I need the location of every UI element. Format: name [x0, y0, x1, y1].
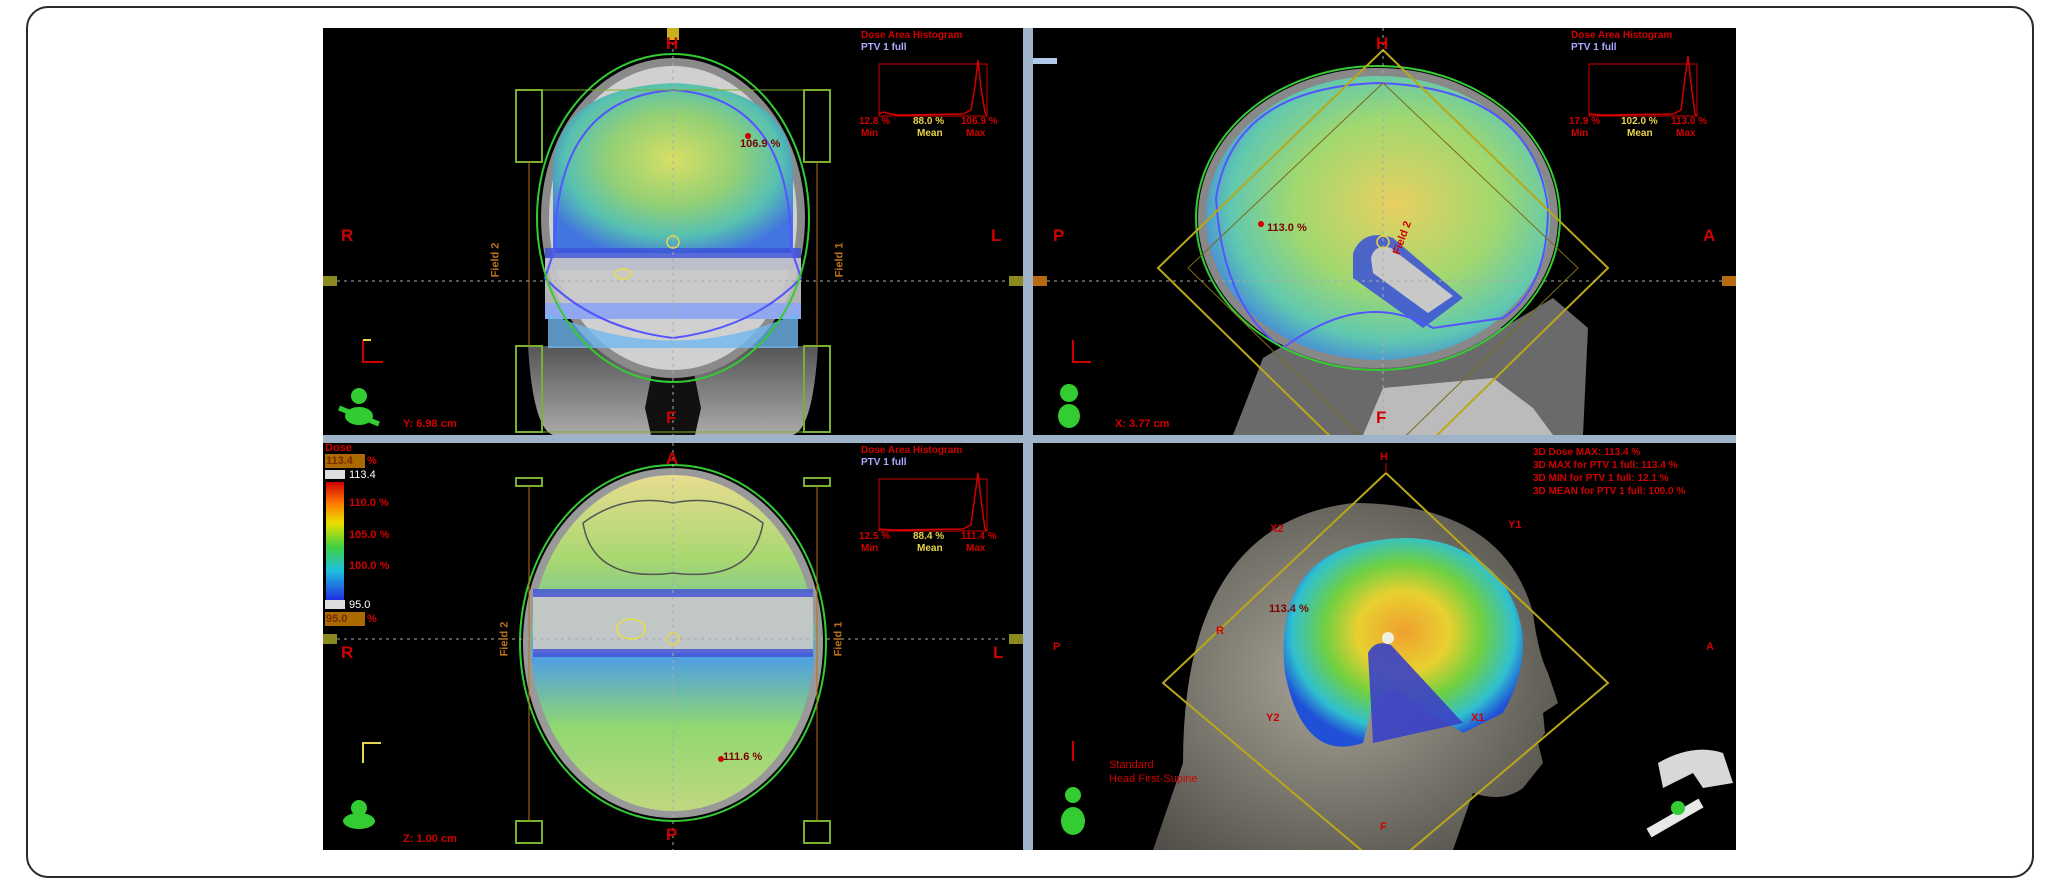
orientation-bottom-label: P	[666, 825, 678, 844]
patient-orientation-standard: Standard	[1109, 759, 1154, 771]
orientation-left-label: P	[1053, 226, 1065, 245]
orientation-right-label: L	[991, 226, 1002, 245]
dah-min-value: 17.9 %	[1569, 116, 1601, 127]
jaw-x1-label: X1	[1471, 712, 1485, 724]
dah-min-label: Min	[861, 128, 879, 139]
axial-image	[323, 443, 1023, 850]
orientation-right-label: A	[1703, 226, 1716, 245]
dose-legend-title: Dose	[325, 443, 352, 454]
dose-tick-110: 110.0 %	[349, 497, 389, 509]
dah-title: Dose Area Histogram	[861, 445, 963, 456]
orientation-bottom-label: F	[1380, 821, 1387, 833]
orientation-bottom-label: F	[1376, 408, 1387, 427]
3d-render	[1061, 463, 1733, 850]
3d-dose-stats: 3D Dose MAX: 113.4 % 3D MAX for PTV 1 fu…	[1533, 446, 1685, 498]
coronal-view[interactable]: H F R L Dose Area Histogram PTV 1 full 1…	[323, 28, 1023, 435]
dah-mean-value: 102.0 %	[1621, 116, 1658, 127]
dah-mean-value: 88.4 %	[913, 531, 945, 542]
dah-structure: PTV 1 full	[861, 457, 907, 468]
orientation-top-label: H	[1376, 34, 1389, 53]
jaw-y1-label: Y1	[1508, 519, 1522, 531]
sagittal-image	[1033, 28, 1736, 435]
jaw-x2-label: X2	[1270, 523, 1284, 535]
max-point-dose: 111.6 %	[723, 751, 763, 763]
3d-dose-max: 3D Dose MAX: 113.4 %	[1533, 447, 1641, 458]
coronal-image	[323, 28, 1023, 435]
axial-view[interactable]: Dose 113.4 % 113.4 110.0 % 105.0 % 100.0…	[323, 443, 1023, 850]
3d-ptv-mean: 3D MEAN for PTV 1 full: 100.0 %	[1533, 486, 1686, 497]
orientation-top-label: H	[1380, 451, 1388, 463]
dah-min-value: 12.5 %	[859, 531, 891, 542]
dose-min-input[interactable]: 95.0	[326, 613, 347, 625]
orientation-left-label: R	[341, 226, 354, 245]
dah-structure: PTV 1 full	[861, 42, 907, 53]
dose-max-unit: %	[367, 455, 377, 467]
3d-view[interactable]: H F P A R X2 Y1 Y2 X1 3D Dose MAX: 113.4…	[1033, 443, 1736, 850]
orientation-mid-label: R	[1216, 625, 1224, 637]
dah-mean-label: Mean	[917, 128, 943, 139]
jaw-y2-label: Y2	[1266, 712, 1280, 724]
patient-orientation-position: Head First-Supine	[1109, 773, 1198, 785]
field-1-label: Field 1	[832, 621, 845, 657]
dah-max-label: Max	[966, 543, 986, 554]
dah-max-label: Max	[1676, 128, 1696, 139]
orientation-bottom-label: F	[666, 408, 677, 427]
field-1-label: Field 1	[833, 242, 846, 278]
slice-position: Y: 6.98 cm	[403, 418, 457, 430]
dah-mean-label: Mean	[1627, 128, 1653, 139]
max-point-dose: 113.4 %	[1269, 603, 1309, 615]
dah-mean-label: Mean	[917, 543, 943, 554]
dose-max-value: 113.4	[349, 469, 376, 481]
max-point-dose: 113.0 %	[1267, 222, 1307, 234]
dah-max-label: Max	[966, 128, 986, 139]
dose-min-value: 95.0	[349, 599, 371, 611]
dah-min-value: 12.8 %	[859, 116, 891, 127]
orientation-right-label: L	[993, 643, 1004, 662]
orientation-right-label: A	[1706, 641, 1714, 653]
slice-position: Z: 1.00 cm	[403, 833, 457, 845]
3d-ptv-max: 3D MAX for PTV 1 full: 113.4 %	[1533, 460, 1678, 471]
max-point-dose: 106.9 %	[740, 138, 781, 150]
dah-max-value: 106.9 %	[961, 116, 998, 127]
3d-ptv-min: 3D MIN for PTV 1 full: 12.1 %	[1533, 473, 1669, 484]
orientation-left-label: R	[341, 643, 354, 662]
dah-mean-value: 88.0 %	[913, 116, 945, 127]
dah-title: Dose Area Histogram	[861, 30, 963, 41]
dose-tick-105: 105.0 %	[349, 529, 390, 541]
dose-tick-100: 100.0 %	[349, 560, 390, 572]
sagittal-view[interactable]: H F P A Dose Area Histogram PTV 1 full 1…	[1033, 28, 1736, 435]
dah-min-label: Min	[1571, 128, 1589, 139]
dah-title: Dose Area Histogram	[1571, 30, 1673, 41]
field-2-label: Field 2	[498, 621, 511, 657]
dah-min-label: Min	[861, 543, 879, 554]
orientation-top-label: A	[666, 449, 679, 468]
dose-min-unit: %	[367, 613, 377, 625]
dah-max-value: 111.4 %	[961, 531, 997, 542]
slice-position: X: 3.77 cm	[1115, 418, 1170, 430]
orientation-left-label: P	[1053, 641, 1061, 653]
field-2-label: Field 2	[489, 242, 502, 278]
horizontal-splitter[interactable]	[323, 435, 1736, 443]
dose-max-input[interactable]: 113.4	[326, 455, 353, 467]
orientation-top-label: H	[666, 34, 679, 53]
dah-structure: PTV 1 full	[1571, 42, 1617, 53]
dah-max-value: 113.0 %	[1671, 116, 1708, 127]
